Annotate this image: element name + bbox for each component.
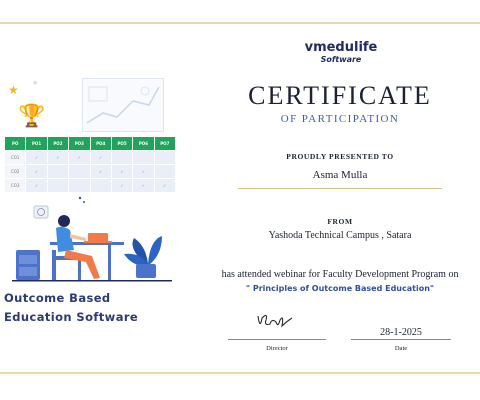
bottom-border: [0, 372, 480, 374]
certificate-date: 28-1-2025: [380, 327, 422, 338]
top-border: [0, 22, 480, 24]
outcome-illustration: ★ ★ 🏆 PO PO1 PO2 PO3 PO4 PO5 PO6 PO7 CO1: [0, 78, 200, 288]
date-label: Date: [394, 345, 408, 352]
product-tagline: Outcome Based Education Software: [4, 289, 138, 327]
director-label: Director: [266, 345, 288, 352]
signature-line: [228, 339, 326, 340]
person-at-desk-icon: [12, 196, 172, 282]
certificate-subtitle: OF PARTICIPATION: [280, 113, 400, 125]
logo-name: vmedulife: [304, 40, 378, 55]
attendance-statement: has attended webinar for Faculty Develop…: [221, 269, 459, 280]
certificate-title: CERTIFICATE: [248, 81, 432, 110]
institution-name: Yashoda Technical Campus , Satara: [268, 230, 412, 241]
presented-label: PROUDLY PRESENTED TO: [286, 152, 394, 161]
name-underline: [238, 188, 442, 189]
program-title: " Principles of Outcome Based Education": [245, 284, 435, 293]
laptop-icon: [84, 233, 112, 243]
tagline-line-1: Outcome Based: [4, 291, 111, 305]
from-label: FROM: [327, 217, 353, 226]
tagline-line-2: Education Software: [4, 310, 139, 324]
date-line: [351, 339, 451, 340]
clock-icon: [33, 196, 85, 219]
recipient-name: Asma Mulla: [312, 169, 368, 181]
logo-sub: Software: [320, 55, 362, 64]
company-logo: vmedulife Software: [296, 40, 386, 65]
plant-icon: [124, 236, 162, 278]
director-signature: [257, 314, 293, 328]
